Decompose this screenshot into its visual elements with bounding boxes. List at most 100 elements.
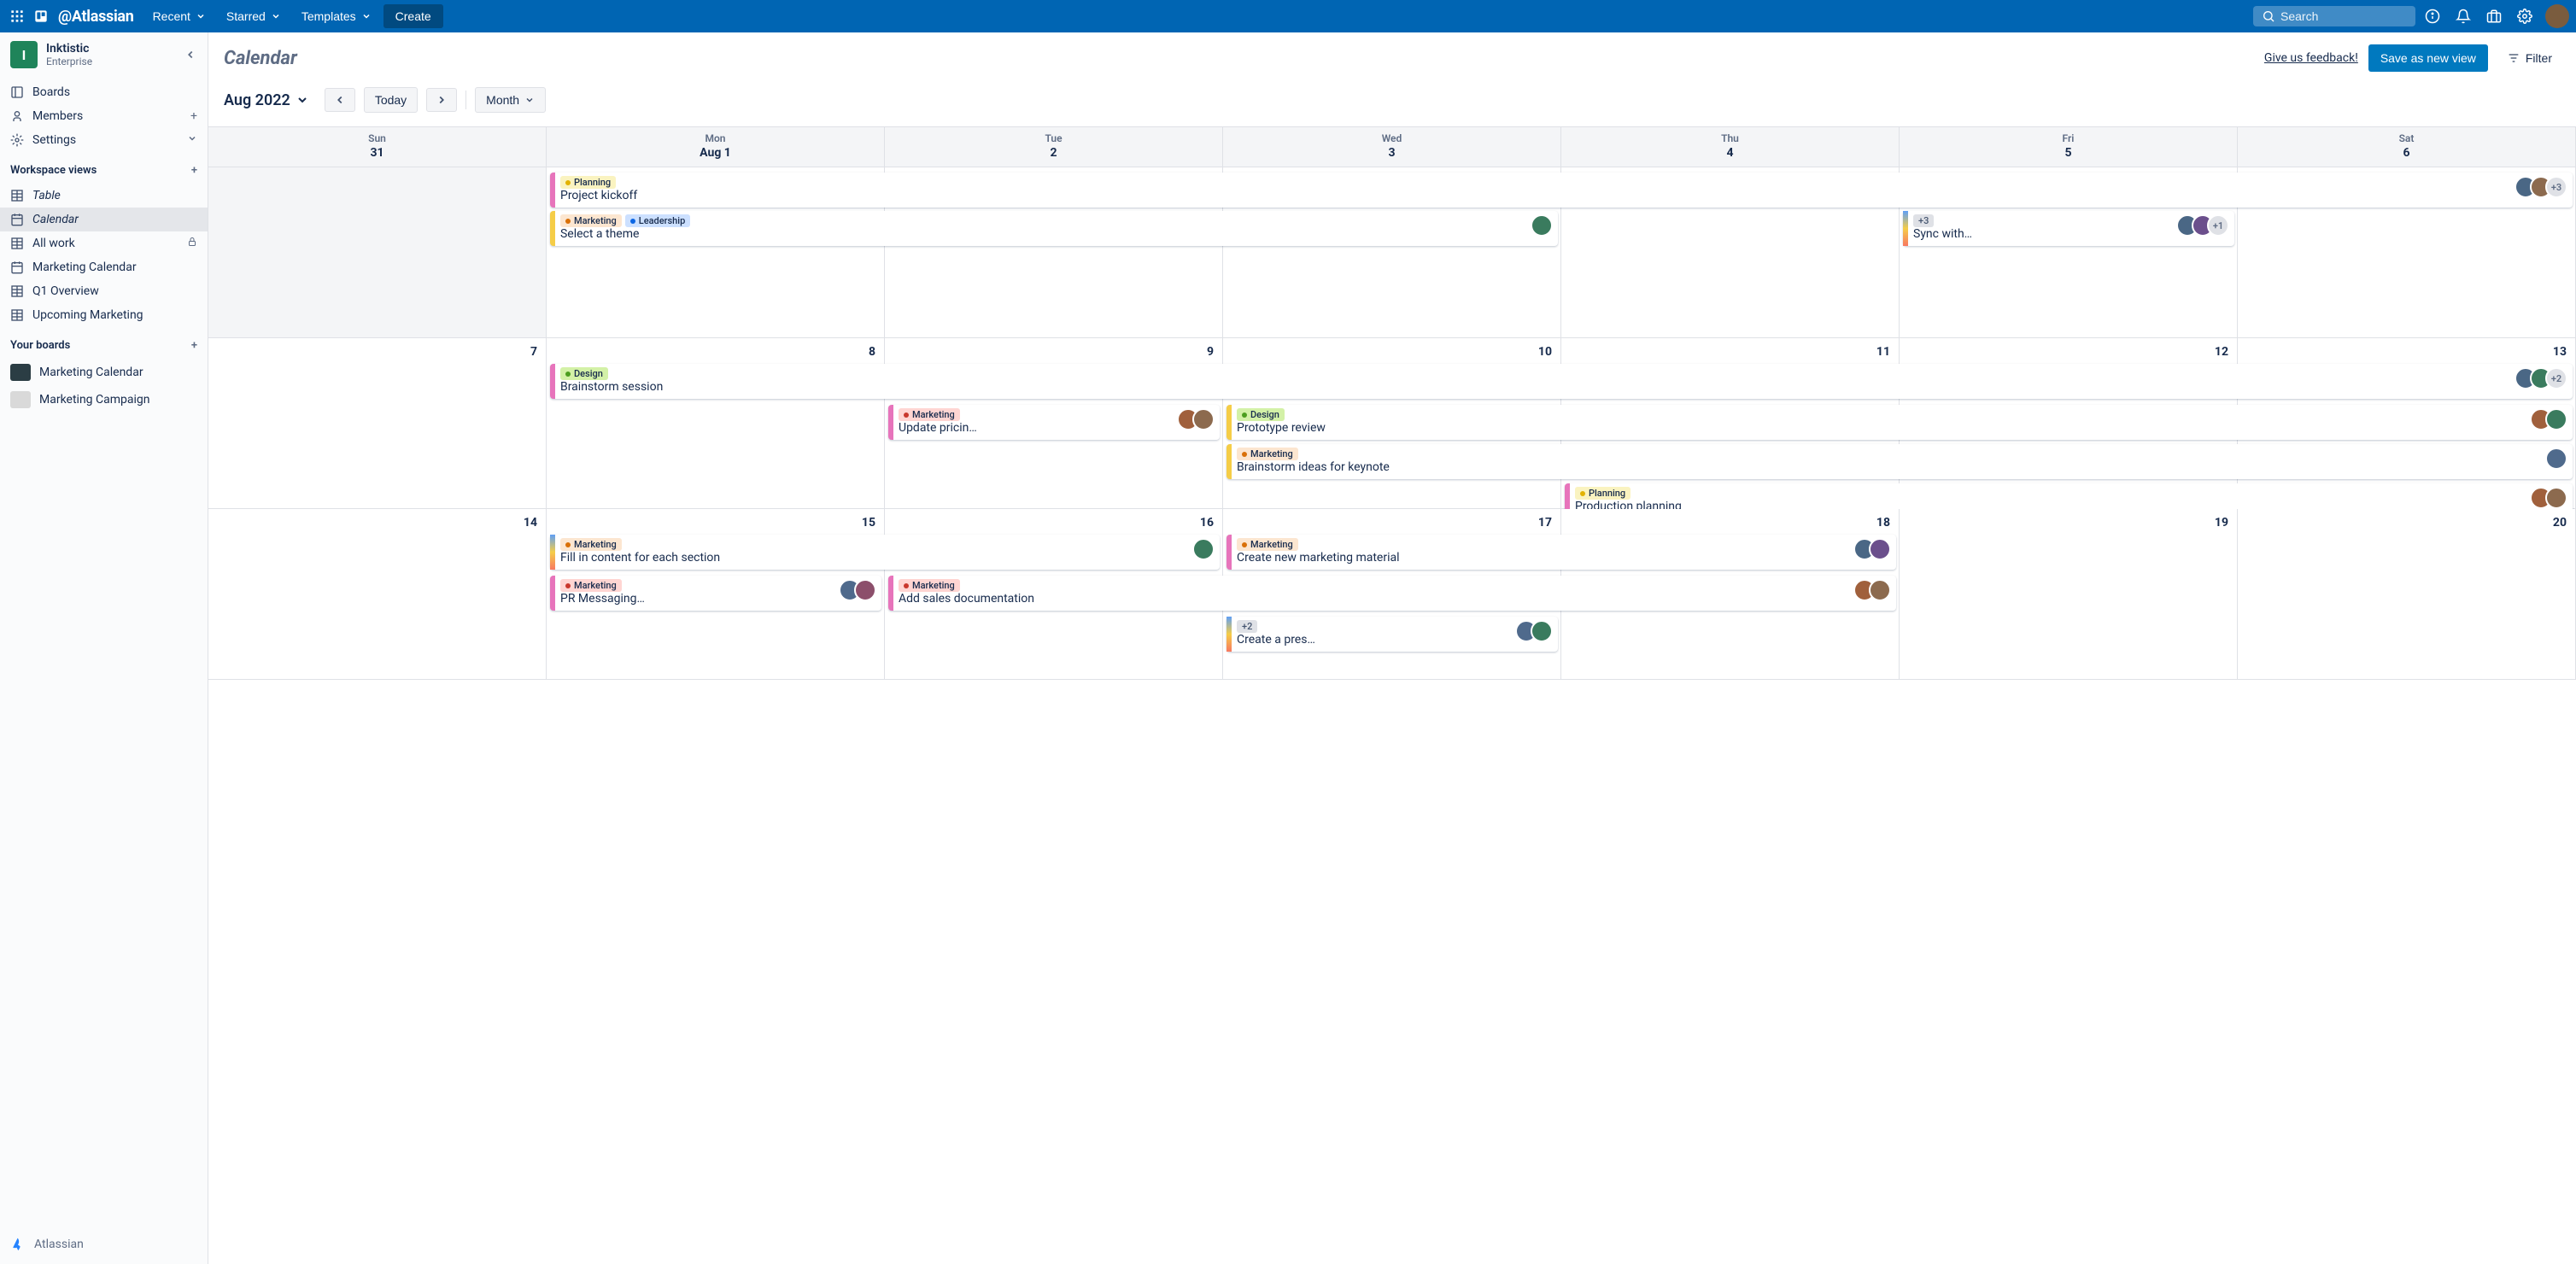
sidebar-item-members[interactable]: Members + [0,104,208,128]
sidebar-item-all-work[interactable]: All work [0,231,208,255]
search-input[interactable] [2280,9,2407,23]
cal-cell[interactable]: 14 [208,509,547,680]
sidebar-item-settings[interactable]: Settings [0,128,208,152]
add-view-icon[interactable]: + [191,164,197,177]
today-button[interactable]: Today [364,87,418,113]
main-header: Calendar Give us feedback! Save as new v… [208,32,2576,80]
card-title: Add sales documentation [899,592,1847,606]
info-icon[interactable] [2419,3,2446,30]
board-chip [10,364,31,381]
board-marketing-campaign[interactable]: Marketing Campaign [0,386,208,413]
account-avatar[interactable] [2545,4,2569,28]
event-card-update-pricing[interactable]: Marketing Update pricin… [888,405,1220,440]
apps-switcher-icon[interactable] [7,6,27,26]
day-number: 13 [2553,345,2567,359]
cal-cell[interactable]: 19 [1900,509,2238,680]
recent-menu[interactable]: Recent [144,4,214,28]
event-card-brainstorm-session[interactable]: Design Brainstorm session +2 [550,364,2573,399]
event-card-add-sales-doc[interactable]: Marketing Add sales documentation [888,576,1896,611]
workspace-header[interactable]: I Inktistic Enterprise [0,32,208,77]
month-selector[interactable]: Aug 2022 [224,91,316,109]
recent-label: Recent [153,9,190,23]
event-card-create-pres[interactable]: +2 Create a pres… [1227,617,1558,652]
board-label: Marketing Calendar [39,366,143,379]
add-member-icon[interactable]: + [190,109,197,123]
members-icon [10,109,24,123]
event-card-prototype-review[interactable]: Design Prototype review [1227,405,2573,440]
templates-menu[interactable]: Templates [293,4,380,28]
day-number: 8 [869,345,875,359]
chevron-down-icon [524,95,535,105]
event-card-sync-with[interactable]: +3 Sync with… +1 [1903,211,2234,246]
card-title: Create new marketing material [1237,551,1847,565]
chevron-down-icon [296,93,309,107]
starred-label: Starred [226,9,266,23]
day-header-sat: Sat6 [2238,127,2576,167]
avatar-stack [1515,620,1553,642]
sidebar-item-table[interactable]: Table [0,184,208,208]
label-count: +3 [1913,214,1934,227]
cal-cell[interactable]: 20 [2238,509,2576,680]
starred-menu[interactable]: Starred [218,4,290,28]
table-label: Table [32,189,61,202]
sidebar-footer[interactable]: Atlassian [0,1225,208,1264]
save-view-button[interactable]: Save as new view [2368,44,2488,72]
sidebar-item-upcoming-marketing[interactable]: Upcoming Marketing [0,303,208,327]
avatar-stack [1192,538,1215,560]
briefcase-icon[interactable] [2480,3,2508,30]
calendar-label: Calendar [32,213,79,226]
add-board-icon[interactable]: + [191,339,197,352]
collapse-sidebar-icon[interactable] [180,44,201,65]
day-number: 18 [1876,516,1890,530]
event-card-project-kickoff[interactable]: Planning Project kickoff +3 [550,173,2573,208]
avatar-stack [2530,408,2567,430]
settings-label: Settings [32,133,76,147]
filter-button[interactable]: Filter [2498,44,2561,72]
page-title: Calendar [224,48,297,69]
feedback-link[interactable]: Give us feedback! [2264,51,2358,65]
your-boards-label: Your boards [10,339,70,352]
view-mode-selector[interactable]: Month [475,87,546,113]
create-button[interactable]: Create [383,4,443,28]
calendar-grid: Sun31 MonAug 1 Tue2 Wed3 Thu4 Fri5 Sat6 [208,126,2576,1264]
cal-cell[interactable] [208,167,547,338]
day-number: 9 [1207,345,1214,359]
avatar-stack [1853,538,1891,560]
workspace-name: Inktistic [46,42,92,56]
avatar-stack [1853,579,1891,601]
day-number: 16 [1200,516,1214,530]
sidebar-item-q1-overview[interactable]: Q1 Overview [0,279,208,303]
event-card-brainstorm-keynote[interactable]: Marketing Brainstorm ideas for keynote [1227,444,2573,479]
notifications-icon[interactable] [2450,3,2477,30]
search-box[interactable] [2253,6,2415,26]
board-marketing-calendar[interactable]: Marketing Calendar [0,359,208,386]
label-marketing: Marketing [899,579,960,592]
chevron-right-icon [436,94,448,106]
trello-logo-icon[interactable] [31,6,51,26]
label-planning: Planning [560,176,616,189]
day-number: 19 [2215,516,2228,530]
sidebar-item-marketing-calendar[interactable]: Marketing Calendar [0,255,208,279]
sidebar-item-boards[interactable]: Boards [0,80,208,104]
label-leadership: Leadership [625,214,691,227]
workspace-logo: I [10,41,38,68]
event-card-fill-content[interactable]: Marketing Fill in content for each secti… [550,535,1220,570]
chevron-left-icon [334,94,346,106]
prev-month-button[interactable] [325,88,355,112]
sidebar-item-calendar[interactable]: Calendar [0,208,208,231]
next-month-button[interactable] [426,88,457,112]
card-title: Brainstorm ideas for keynote [1237,460,2538,474]
cal-cell[interactable]: 7 [208,338,547,509]
day-header-mon: MonAug 1 [547,127,885,167]
board-label: Marketing Campaign [39,393,150,407]
settings-icon[interactable] [2511,3,2538,30]
event-card-select-theme[interactable]: Marketing Leadership Select a theme [550,211,1558,246]
day-header-thu: Thu4 [1561,127,1900,167]
your-boards-section: Your boards + [0,331,208,355]
q1-overview-label: Q1 Overview [32,284,99,298]
table-icon [10,237,24,250]
avatar-stack: +2 [2515,367,2567,389]
event-card-create-marketing[interactable]: Marketing Create new marketing material [1227,535,1896,570]
event-card-pr-messaging[interactable]: Marketing PR Messaging… [550,576,881,611]
card-title: Brainstorm session [560,380,2508,394]
